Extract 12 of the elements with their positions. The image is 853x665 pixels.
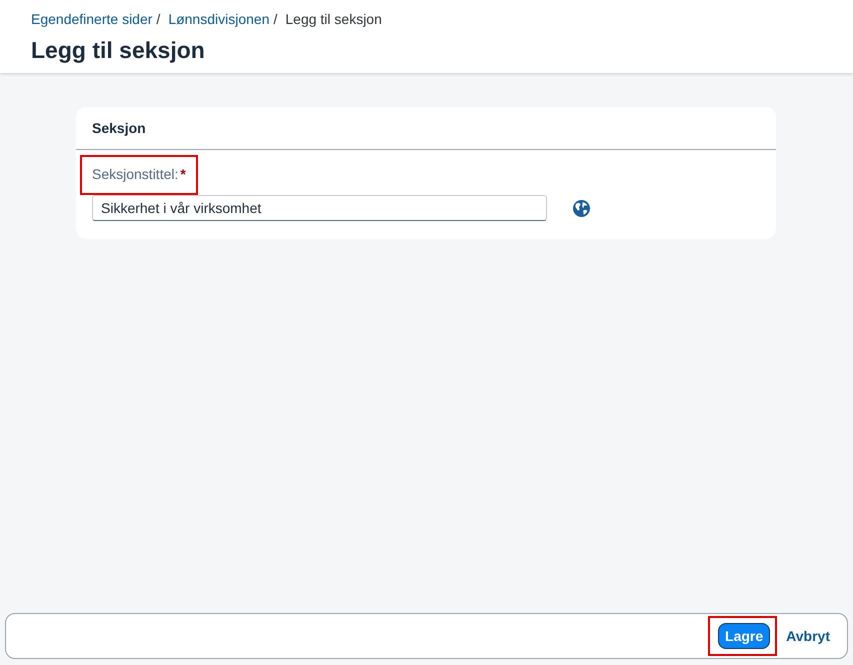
section-title: Seksjon (92, 118, 146, 138)
breadcrumb-separator: / (273, 10, 278, 28)
breadcrumb-link[interactable]: Egendefinerte sider (31, 8, 152, 30)
page-title: Legg til seksjon (31, 36, 205, 65)
save-button[interactable]: Lagre (718, 623, 770, 649)
breadcrumb-link[interactable]: Lønnsdivisjonen (168, 8, 270, 30)
text-field[interactable]: Sikkerhet i vår virksomhet (92, 195, 547, 221)
field-label: Seksjonstittel:* (92, 166, 186, 182)
breadcrumb-separator: / (156, 10, 160, 28)
cancel-link[interactable]: Avbryt (785, 623, 831, 649)
globe-icon[interactable] (573, 200, 590, 216)
breadcrumb-current: Legg til seksjon (285, 10, 382, 29)
